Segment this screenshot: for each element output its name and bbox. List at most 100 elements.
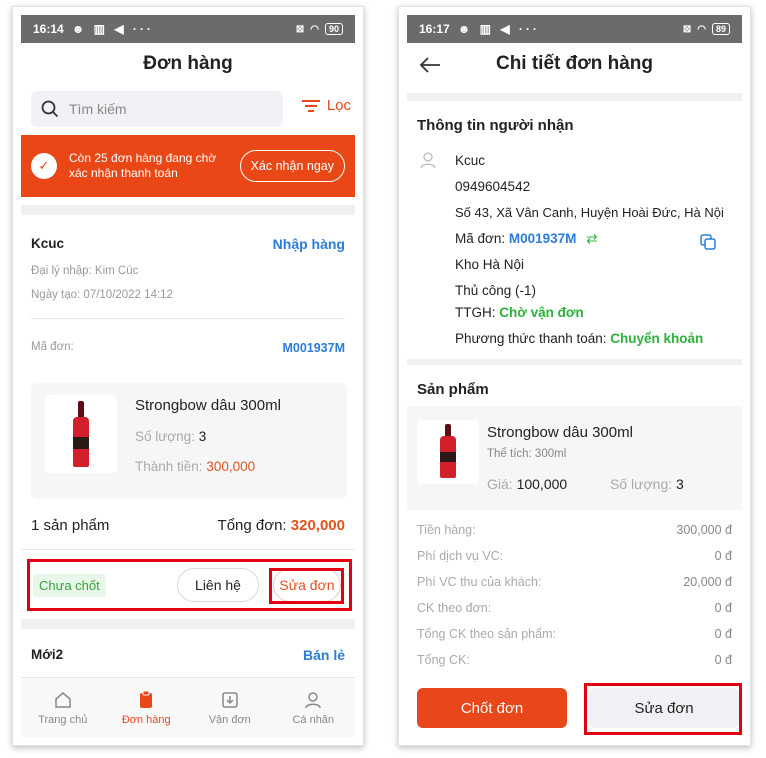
tab-profile[interactable]: Cá nhân [272, 678, 356, 737]
search-input[interactable]: Tìm kiếm [31, 91, 283, 127]
products-heading: Sản phẩm [417, 381, 489, 398]
product-qty: Số lượng: 3 [610, 476, 684, 492]
wifi-icon: ◠ [697, 23, 706, 35]
order-code[interactable]: M001937M [282, 341, 345, 355]
summary-label: Phí dịch vụ VC: [417, 549, 504, 563]
recipient-phone[interactable]: 0949604542 [455, 179, 530, 194]
checklist-icon: ✓ [31, 153, 57, 179]
status-bar: 16:17 ☻ ▥ ◀ ··· ⊠ ◠ 89 [407, 15, 742, 43]
summary-value: 20,000 đ [683, 575, 732, 589]
tab-orders[interactable]: Đơn hàng [105, 678, 189, 737]
home-icon [55, 691, 71, 708]
sim-icon: ⊠ [682, 23, 692, 35]
notification-icons: ☻ ▥ ◀ ··· [457, 22, 540, 36]
recipient-heading: Thông tin người nhận [417, 117, 574, 134]
shipping-label: TTGH: [455, 305, 496, 320]
shipping-status: Chờ vận đơn [499, 305, 584, 320]
pending-payment-banner: ✓ Còn 25 đơn hàng đang chờ xác nhận than… [21, 135, 355, 197]
confirm-order-button[interactable]: Chốt đơn [417, 688, 567, 728]
total-label: Thành tiền: [135, 459, 203, 474]
tab-label: Vận đơn [208, 713, 251, 726]
manual-source: Thủ công (-1) [455, 283, 537, 298]
retail-link[interactable]: Bán lẻ [303, 647, 345, 663]
divider [407, 359, 742, 365]
confirm-now-button[interactable]: Xác nhận ngay [239, 150, 345, 182]
order-code: M001937M [508, 231, 577, 246]
import-goods-link[interactable]: Nhập hàng [273, 236, 345, 252]
copy-icon[interactable] [699, 233, 717, 251]
summary-row: Tiền hàng: 300,000 đ [417, 523, 732, 537]
order-customer-name: Kcuc [31, 236, 65, 251]
page-title: Đơn hàng [143, 53, 233, 74]
payment-row: Phương thức thanh toán: Chuyển khoản [455, 331, 703, 346]
product-card[interactable]: Strongbow dâu 300ml Thể tích: 300ml Giá:… [407, 406, 742, 510]
highlight-box [269, 568, 344, 604]
warehouse: Kho Hà Nội [455, 257, 525, 272]
user-icon [420, 152, 436, 169]
status-time: 16:14 [33, 22, 64, 36]
status-time: 16:17 [419, 22, 450, 36]
created-date: Ngày tạo: 07/10/2022 14:12 [31, 289, 173, 301]
tab-shipping[interactable]: Vận đơn [188, 678, 272, 737]
product-count: 1 sản phẩm [31, 517, 110, 534]
order-total-label: Tổng đơn: [217, 517, 287, 534]
summary-value: 300,000 đ [676, 523, 732, 537]
divider [21, 619, 355, 629]
total-value: 300,000 [206, 459, 256, 474]
sync-icon[interactable]: ⇄ [586, 231, 597, 246]
tab-home[interactable]: Trang chủ [21, 678, 105, 737]
battery-icon: 90 [324, 23, 343, 35]
highlight-box [584, 683, 742, 735]
payment-label: Phương thức thanh toán: [455, 331, 607, 346]
summary-row: Tổng CK theo sản phẩm: 0 đ [417, 627, 732, 641]
system-icons: ⊠ ◠ 89 [683, 23, 730, 35]
filter-button[interactable]: Lọc [301, 97, 351, 114]
tab-label: Đơn hàng [121, 713, 171, 726]
qty-label: Số lượng: [610, 476, 673, 492]
qty-value: 3 [676, 476, 684, 492]
summary-value: 0 đ [714, 549, 732, 563]
order-code-row: Mã đơn: M001937M ⇄ [455, 231, 598, 247]
shipping-status-row: TTGH: Chờ vận đơn [455, 305, 584, 320]
summary-label: Tổng CK: [417, 653, 470, 667]
filter-label: Lọc [326, 97, 351, 114]
search-icon [41, 100, 59, 118]
divider [21, 549, 355, 550]
product-name: Strongbow dâu 300ml [487, 424, 633, 441]
qty-label: Số lượng: [135, 429, 195, 444]
notification-icons: ☻ ▥ ◀ ··· [71, 22, 154, 36]
product-card[interactable]: Strongbow dâu 300ml Số lượng: 3 Thành ti… [31, 383, 347, 499]
summary-label: CK theo đơn: [417, 601, 492, 615]
summary-row: CK theo đơn: 0 đ [417, 601, 732, 615]
order-detail-screen: 16:17 ☻ ▥ ◀ ··· ⊠ ◠ 89 Chi tiết đơn hàng… [398, 6, 751, 746]
product-image [417, 420, 479, 484]
wifi-icon: ◠ [310, 23, 319, 35]
summary-row: Phí dịch vụ VC: 0 đ [417, 549, 732, 563]
price-value: 100,000 [516, 476, 568, 492]
user-icon [305, 691, 321, 708]
sim-icon: ⊠ [295, 23, 305, 35]
summary-value: 0 đ [714, 653, 732, 667]
bottom-tab-bar: Trang chủ Đơn hàng Vận đơn Cá nhân [21, 677, 355, 737]
divider [31, 318, 345, 319]
clipboard-icon [140, 690, 153, 708]
filter-icon [301, 99, 320, 112]
product-qty: Số lượng: 3 [135, 429, 206, 444]
search-placeholder: Tìm kiếm [69, 101, 127, 117]
order-code-label: Mã đơn: [455, 231, 506, 246]
agent-text: Đại lý nhập: Kim Cúc [31, 265, 139, 277]
product-total: Thành tiền: 300,000 [135, 459, 255, 474]
banner-text: Còn 25 đơn hàng đang chờ xác nhận thanh … [69, 151, 217, 180]
product-name: Strongbow dâu 300ml [135, 397, 281, 414]
payment-method: Chuyển khoản [610, 331, 704, 346]
tab-label: Trang chủ [38, 713, 88, 726]
status-bar: 16:14 ☻ ▥ ◀ ··· ⊠ ◠ 90 [21, 15, 355, 43]
battery-icon: 89 [711, 23, 730, 35]
page-title: Chi tiết đơn hàng [495, 53, 654, 74]
price-label: Giá: [487, 476, 513, 492]
next-order-customer: Mới2 [31, 647, 64, 662]
divider [21, 205, 355, 215]
recipient-address: Số 43, Xã Vân Canh, Huyện Hoài Đức, Hà N… [455, 205, 724, 220]
recipient-name: Kcuc [455, 153, 486, 168]
package-icon [222, 691, 238, 708]
